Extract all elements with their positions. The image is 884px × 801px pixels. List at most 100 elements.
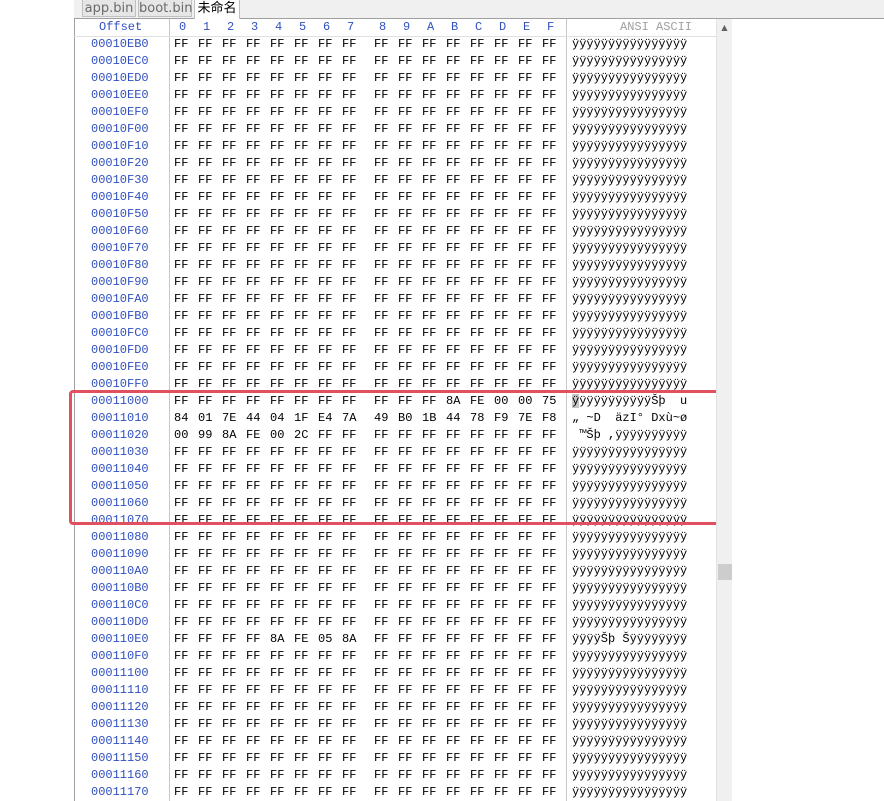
hex-byte[interactable]: FF [542,138,556,155]
hex-byte[interactable]: FF [222,665,236,682]
hex-byte[interactable]: FF [222,342,236,359]
hex-byte[interactable]: FF [198,121,212,138]
hex-byte[interactable]: FF [198,274,212,291]
hex-row[interactable]: 00010FF0 FF FF FF FF FF FF FF FF FF FF FF FF FF FF FF FF… [74,376,716,393]
hex-byte[interactable]: FF [318,512,332,529]
hex-byte[interactable]: FF [222,767,236,784]
hex-byte[interactable]: FF [342,138,356,155]
hex-byte[interactable]: FF [542,308,556,325]
hex-byte[interactable]: FF [174,393,188,410]
hex-byte[interactable]: FF [446,614,460,631]
hex-byte[interactable]: FF [246,121,260,138]
hex-byte[interactable]: FF [398,733,412,750]
hex-byte[interactable]: FF [422,631,436,648]
hex-byte[interactable]: FF [270,189,284,206]
hex-byte[interactable]: FF [342,444,356,461]
hex-byte[interactable]: FF [374,495,388,512]
hex-byte[interactable]: FF [222,121,236,138]
hex-byte[interactable]: FF [518,308,532,325]
hex-byte[interactable]: FF [422,325,436,342]
hex-row[interactable]: 00011060 FF FF FF FF FF FF FF FF FF FF FF FF FF FF FF FF… [74,495,716,512]
hex-byte[interactable]: 04 [270,410,284,427]
hex-byte[interactable]: 7A [342,410,356,427]
hex-byte[interactable]: FF [222,274,236,291]
hex-byte[interactable]: FF [518,767,532,784]
hex-byte[interactable]: FF [222,172,236,189]
hex-row[interactable]: 00011000 FF FF FF FF FF FF FF FF FF FF FF 8A FE 00 00 75… [74,393,716,410]
hex-byte[interactable]: FF [542,495,556,512]
hex-byte[interactable]: FF [542,121,556,138]
hex-byte[interactable]: FF [318,274,332,291]
hex-byte[interactable]: FF [198,155,212,172]
hex-byte[interactable]: FF [318,716,332,733]
hex-byte[interactable]: FF [198,393,212,410]
hex-byte[interactable]: FF [246,750,260,767]
hex-byte[interactable]: FF [318,308,332,325]
hex-byte[interactable]: FF [518,546,532,563]
hex-byte[interactable]: FF [398,631,412,648]
hex-byte[interactable]: FF [470,189,484,206]
hex-byte[interactable]: FF [470,138,484,155]
hex-byte[interactable]: FF [422,223,436,240]
ascii-text[interactable]: ÿÿÿÿÿÿÿÿÿÿÿÿÿÿÿÿ [572,563,687,580]
hex-byte[interactable]: FF [270,308,284,325]
hex-byte[interactable]: FF [446,529,460,546]
hex-byte[interactable]: FF [198,206,212,223]
hex-byte[interactable]: FF [270,325,284,342]
hex-byte[interactable]: FF [518,138,532,155]
hex-row[interactable]: 00010F10 FF FF FF FF FF FF FF FF FF FF FF FF FF FF FF FF… [74,138,716,155]
hex-byte[interactable]: FF [342,699,356,716]
hex-byte[interactable]: FF [494,750,508,767]
hex-byte[interactable]: FF [494,70,508,87]
hex-byte[interactable]: FF [342,580,356,597]
hex-byte[interactable]: FF [270,665,284,682]
hex-byte[interactable]: FF [222,87,236,104]
hex-byte[interactable]: FF [342,70,356,87]
ascii-text[interactable]: ÿÿÿÿÿÿÿÿÿÿÿÿÿÿÿÿ [572,682,687,699]
hex-byte[interactable]: FF [398,172,412,189]
hex-byte[interactable]: FF [222,716,236,733]
hex-byte[interactable]: FF [174,478,188,495]
hex-byte[interactable]: FF [342,342,356,359]
hex-byte[interactable]: FF [174,767,188,784]
hex-byte[interactable]: FF [198,478,212,495]
hex-row[interactable]: 00011040 FF FF FF FF FF FF FF FF FF FF FF FF FF FF FF FF… [74,461,716,478]
hex-byte[interactable]: FF [198,444,212,461]
hex-byte[interactable]: FF [270,563,284,580]
hex-byte[interactable]: FF [374,359,388,376]
hex-byte[interactable]: B0 [398,410,412,427]
hex-byte[interactable]: 00 [270,427,284,444]
hex-byte[interactable]: FF [174,444,188,461]
hex-byte[interactable]: FF [174,291,188,308]
hex-byte[interactable]: FF [542,699,556,716]
hex-row[interactable]: 00011090 FF FF FF FF FF FF FF FF FF FF FF FF FF FF FF FF… [74,546,716,563]
hex-byte[interactable]: FF [542,665,556,682]
hex-byte[interactable]: FF [494,36,508,53]
hex-byte[interactable]: FF [422,376,436,393]
hex-byte[interactable]: FF [294,767,308,784]
ascii-text[interactable]: ÿÿÿÿÿÿÿÿÿÿÿÿÿÿÿÿ [572,733,687,750]
hex-byte[interactable]: FF [294,376,308,393]
hex-byte[interactable]: FF [270,172,284,189]
hex-byte[interactable]: FF [398,240,412,257]
hex-byte[interactable]: FF [542,682,556,699]
hex-byte[interactable]: FF [494,580,508,597]
hex-row[interactable]: 00010F40 FF FF FF FF FF FF FF FF FF FF FF FF FF FF FF FF… [74,189,716,206]
hex-byte[interactable]: FF [222,648,236,665]
hex-byte[interactable]: FF [422,87,436,104]
hex-byte[interactable]: FF [174,495,188,512]
hex-byte[interactable]: FF [294,682,308,699]
hex-byte[interactable]: FF [342,478,356,495]
hex-byte[interactable]: FF [222,444,236,461]
hex-byte[interactable]: FF [542,325,556,342]
hex-byte[interactable]: FF [494,189,508,206]
hex-byte[interactable]: FF [542,87,556,104]
hex-byte[interactable]: FF [446,342,460,359]
hex-byte[interactable]: FF [374,427,388,444]
hex-byte[interactable]: FF [246,682,260,699]
hex-byte[interactable]: FF [174,648,188,665]
ascii-text[interactable]: ÿÿÿÿÿÿÿÿÿÿÿÿÿÿÿÿ [572,325,687,342]
hex-byte[interactable]: FF [174,240,188,257]
hex-byte[interactable]: FF [294,648,308,665]
hex-byte[interactable]: FF [318,172,332,189]
